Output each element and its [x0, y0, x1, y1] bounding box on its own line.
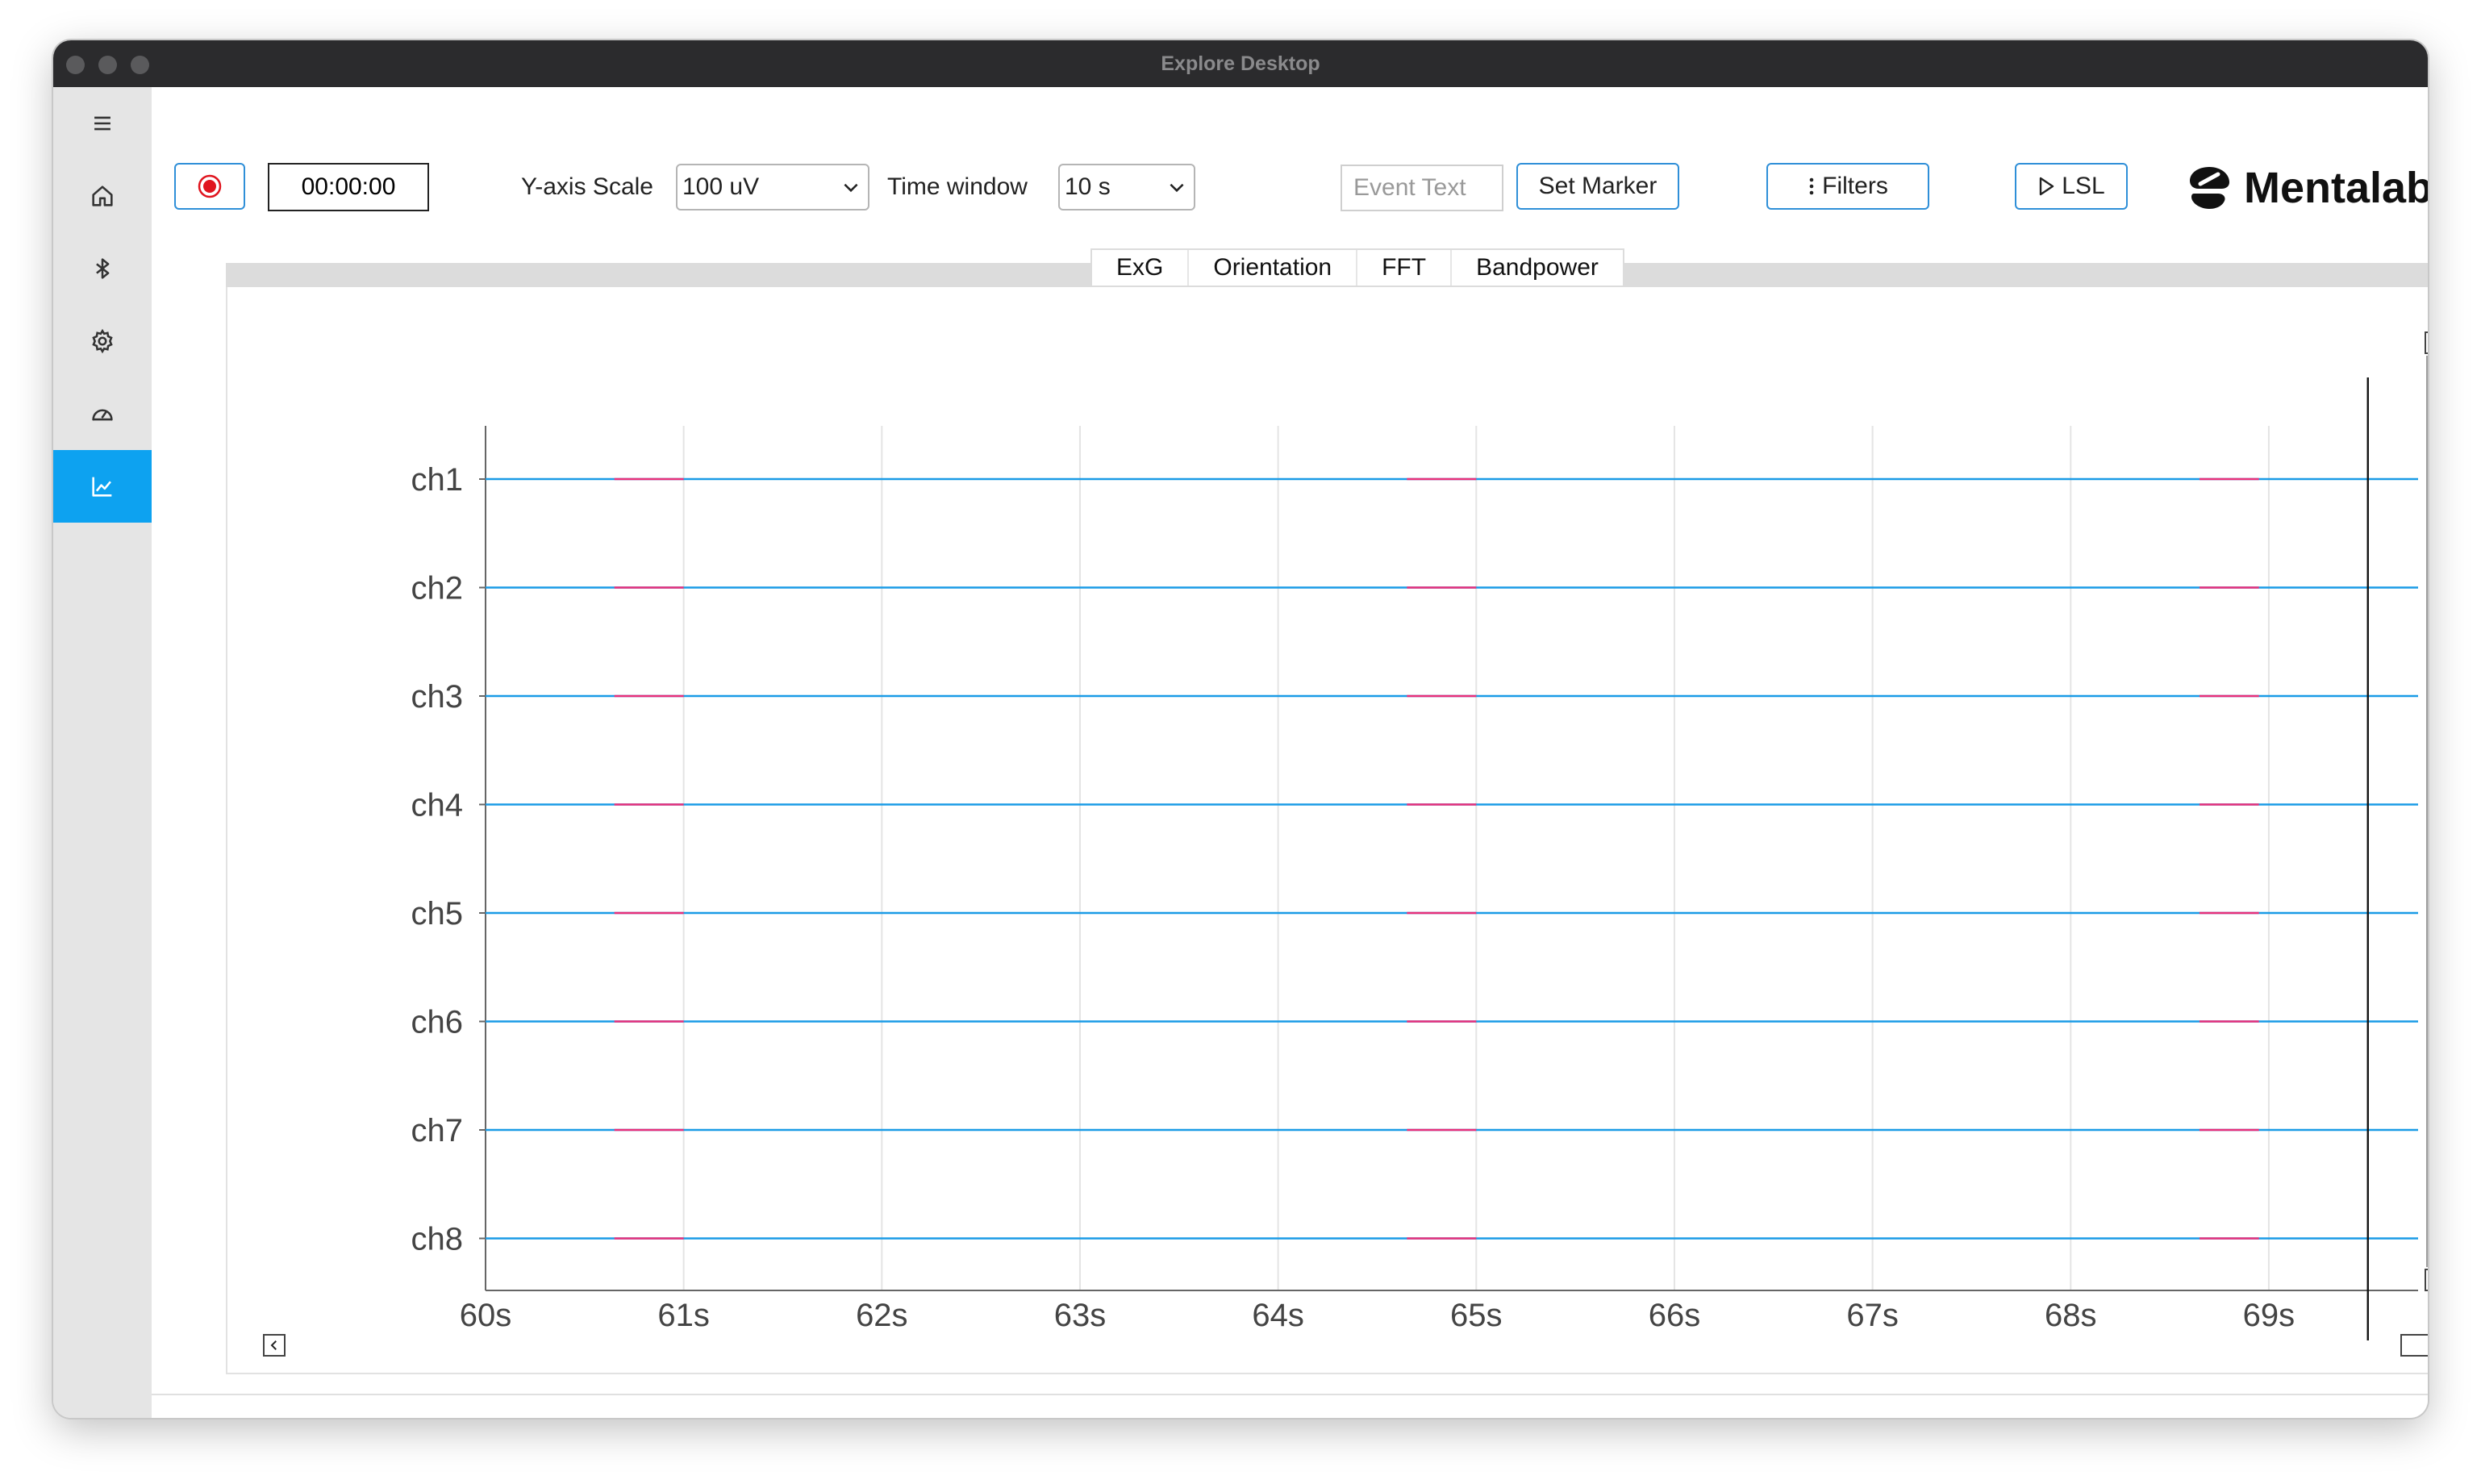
mentalab-logo-icon — [2190, 167, 2229, 209]
window-title: Explore Desktop — [1161, 52, 1320, 75]
yscale-label: Y-axis Scale — [521, 173, 653, 200]
sidebar-item-settings[interactable] — [53, 305, 152, 377]
scroll-left-button[interactable] — [263, 1334, 286, 1357]
home-icon — [92, 186, 113, 206]
status-bar: Connected to Explore_AABB. Last BT loss … — [152, 1394, 2428, 1418]
sidebar-item-bluetooth[interactable] — [53, 232, 152, 305]
channel-label: ch2 — [411, 571, 464, 607]
tab-orientation[interactable]: Orientation — [1189, 250, 1358, 286]
sidebar-item-impedance[interactable] — [53, 377, 152, 450]
set-marker-label: Set Marker — [1538, 173, 1657, 199]
brand-logo: Mentalab — [2186, 161, 2428, 215]
scrollbar-thumb[interactable] — [2426, 356, 2428, 1267]
scroll-up-button[interactable] — [2425, 331, 2428, 354]
x-tick-label: 61s — [657, 1298, 710, 1333]
lsl-button[interactable]: LSL — [2015, 163, 2128, 210]
temperature-label: Device Temperature — [1971, 1395, 2187, 1418]
record-icon — [198, 174, 222, 198]
channel-label: ch8 — [411, 1222, 464, 1257]
channel-label: ch3 — [411, 679, 464, 715]
x-tick-label: 66s — [1649, 1298, 1701, 1333]
x-tick-label: 63s — [1054, 1298, 1107, 1333]
firmware-label: Firmware Version — [1200, 1395, 1388, 1418]
channel-label: ch6 — [411, 1005, 464, 1040]
battery-label: Battery — [1644, 1395, 1720, 1418]
tab-bandpower[interactable]: Bandpower — [1452, 250, 1623, 286]
bluetooth-icon — [96, 258, 110, 279]
vertical-scrollbar[interactable] — [2425, 331, 2428, 1291]
x-tick-label: 69s — [2243, 1298, 2295, 1333]
chevron-left-icon — [270, 1340, 277, 1350]
impedance-gauge-icon — [92, 409, 113, 421]
filters-label: Filters — [1822, 173, 1888, 199]
bt-loss-value: 0.3s — [921, 1395, 968, 1418]
timewindow-select[interactable]: 10 s — [1058, 164, 1195, 211]
yscale-value: 100 uV — [682, 173, 760, 200]
main-content: 00:00:00 Y-axis Scale 100 uV Time window… — [152, 87, 2428, 1418]
play-icon — [2040, 177, 2054, 196]
x-tick-label: 60s — [460, 1298, 512, 1333]
yscale-select[interactable]: 100 uV — [676, 164, 869, 211]
x-tick-label: 68s — [2045, 1298, 2097, 1333]
chevron-down-icon — [1170, 183, 1184, 193]
connection-status: Connected to Explore_AABB. Last BT loss … — [168, 1395, 770, 1418]
sidebar-item-home[interactable] — [53, 160, 152, 232]
menu-button[interactable] — [53, 87, 152, 160]
x-tick-label: 62s — [856, 1298, 908, 1333]
tab-fft[interactable]: FFT — [1357, 250, 1453, 286]
sidebar — [53, 87, 152, 1418]
battery-value: 84% — [1744, 1395, 1792, 1418]
lsl-label: LSL — [2062, 173, 2105, 199]
maximize-window-button[interactable] — [131, 56, 149, 74]
menu-icon — [94, 116, 110, 131]
event-text-input[interactable]: Event Text — [1341, 165, 1503, 211]
channel-label: ch4 — [411, 788, 464, 823]
brand-name: Mentalab — [2244, 164, 2428, 212]
scroll-down-button[interactable] — [2425, 1269, 2428, 1291]
channel-label: ch1 — [411, 462, 464, 498]
channel-label: ch5 — [411, 896, 464, 932]
visualization-chart-icon — [92, 477, 112, 497]
view-tabs: ExG Orientation FFT Bandpower — [1090, 248, 1624, 286]
app-version: 1.2.1 — [2362, 1395, 2416, 1418]
settings-icon — [92, 328, 113, 354]
title-bar: Explore Desktop — [53, 40, 2428, 87]
minimize-window-button[interactable] — [98, 56, 117, 74]
sidebar-item-visualization[interactable] — [53, 450, 152, 523]
temperature-value: 33 ºC — [2225, 1395, 2284, 1418]
chevron-down-icon — [844, 183, 858, 193]
exg-plot[interactable]: 60s 61s 62s 63s 64s 65s 66s 67s 68s 69s ch1 ch2 ch3 c… — [281, 321, 2418, 1353]
filters-button[interactable]: Filters — [1766, 163, 1929, 210]
firmware-value: 7.0.0 — [1416, 1395, 1470, 1418]
app-window: Explore Desktop 00:00:00 Y-axis Scale 10… — [53, 40, 2428, 1418]
recording-timer: 00:00:00 — [268, 163, 429, 211]
set-marker-button[interactable]: Set Marker — [1516, 163, 1679, 210]
x-tick-label: 65s — [1450, 1298, 1503, 1333]
vertical-dots-icon — [1809, 177, 1814, 195]
x-tick-label: 67s — [1846, 1298, 1899, 1333]
channel-label: ch7 — [411, 1113, 464, 1148]
tab-exg[interactable]: ExG — [1092, 250, 1190, 286]
record-button[interactable] — [174, 163, 245, 210]
timewindow-value: 10 s — [1065, 173, 1111, 200]
timewindow-label: Time window — [887, 173, 1028, 200]
close-window-button[interactable] — [66, 56, 85, 74]
horizontal-scroll-handle[interactable] — [2400, 1334, 2428, 1357]
x-tick-label: 64s — [1252, 1298, 1304, 1333]
